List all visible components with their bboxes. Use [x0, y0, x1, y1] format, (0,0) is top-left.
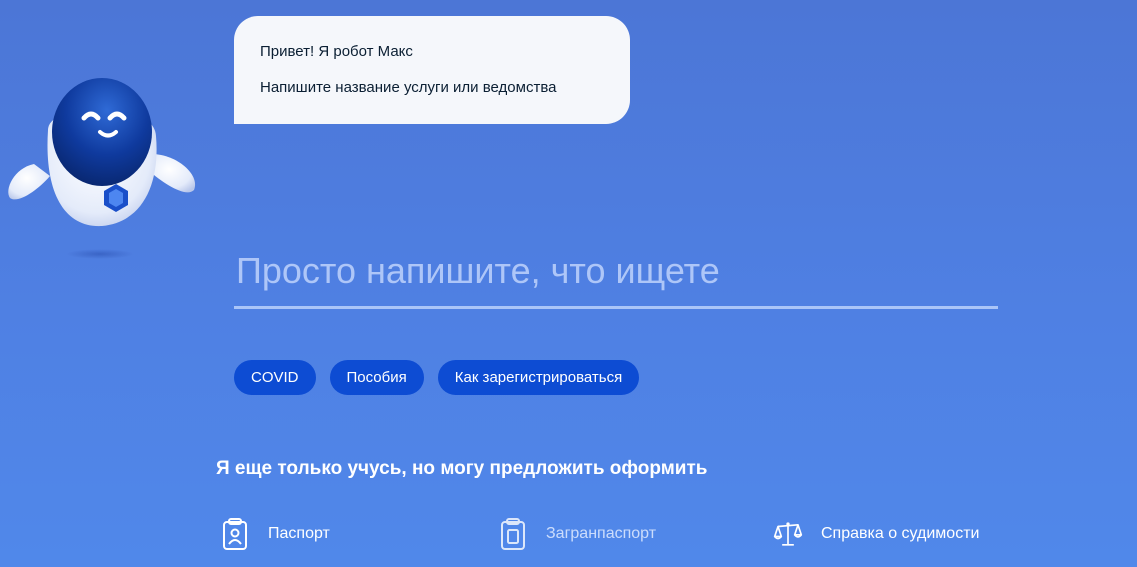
suggested-services: Паспорт Загранпаспорт Справка о судимост…	[0, 516, 1137, 556]
assistant-message-bubble: Привет! Я робот Макс Напишите название у…	[234, 16, 630, 124]
passport-icon	[220, 516, 250, 552]
international-passport-icon	[498, 516, 528, 552]
robot-illustration	[8, 78, 196, 259]
quick-suggestion-chips: COVID Пособия Как зарегистрироваться	[234, 360, 640, 395]
robot-max-avatar	[4, 72, 200, 264]
service-label: Справка о судимости	[821, 525, 980, 542]
service-criminal-record-certificate[interactable]: Справка о судимости	[773, 516, 979, 552]
service-label: Загранпаспорт	[546, 525, 657, 542]
scales-icon	[773, 516, 803, 552]
search-input[interactable]	[234, 244, 998, 309]
service-international-passport[interactable]: Загранпаспорт	[498, 516, 656, 552]
service-label: Паспорт	[268, 525, 330, 542]
service-passport[interactable]: Паспорт	[220, 516, 330, 552]
chip-covid[interactable]: COVID	[234, 360, 316, 395]
assistant-prompt: Напишите название услуги или ведомства	[260, 79, 557, 96]
assistant-greeting: Привет! Я робот Макс	[260, 43, 413, 60]
search-area	[234, 244, 998, 309]
chip-benefits[interactable]: Пособия	[329, 360, 424, 395]
suggestions-title: Я еще только учусь, но могу предложить о…	[216, 458, 708, 479]
chip-how-to-register[interactable]: Как зарегистрироваться	[437, 360, 640, 395]
page: Привет! Я робот Макс Напишите название у…	[0, 0, 1137, 567]
